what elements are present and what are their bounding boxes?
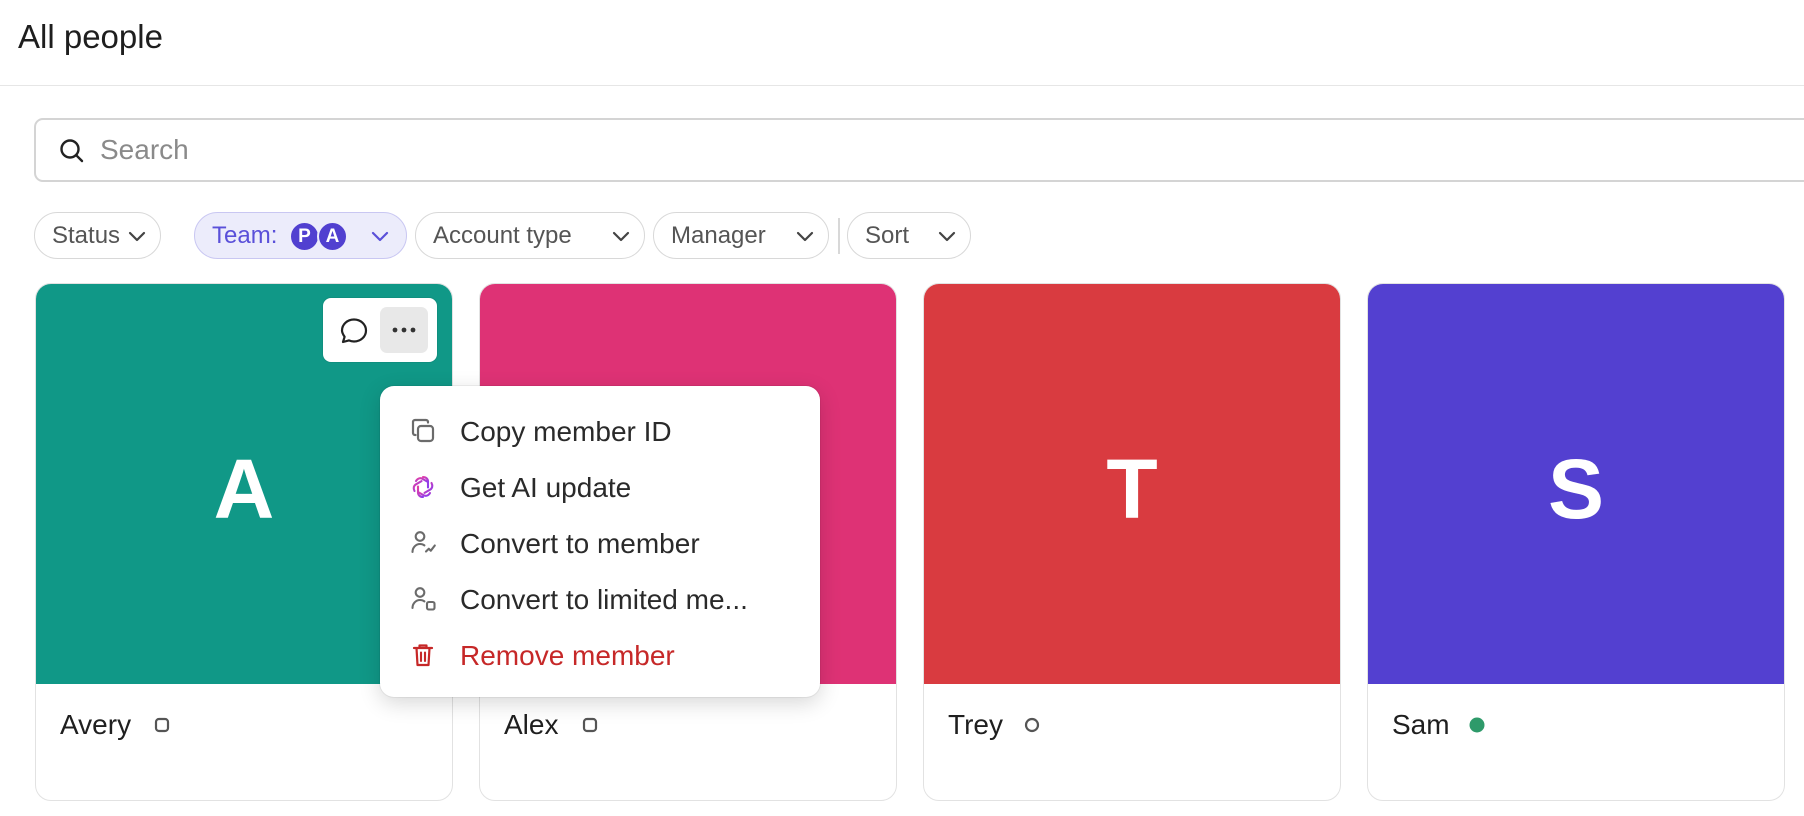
person-name: Alex [504,709,559,740]
chevron-down-icon [371,231,389,242]
person-name: Trey [948,709,1003,740]
manager-filter[interactable]: Manager [653,212,829,259]
trash-icon [412,644,434,667]
page-header: All people [0,0,1804,86]
team-avatar: P [289,221,320,252]
person-card-trey[interactable]: T Trey [923,283,1341,801]
account-type-filter[interactable]: Account type [415,212,645,259]
context-menu: Copy member ID Get AI update Convert to … [380,386,820,697]
copy-icon [411,418,435,443]
menu-item-label: Copy member ID [460,416,672,447]
filter-divider [838,218,840,254]
menu-item-copy-member-id[interactable]: Copy member ID [380,403,820,459]
sort-button[interactable]: Sort [847,212,971,259]
page-title: All people [18,18,163,55]
menu-item-label: Get AI update [460,472,632,503]
team-avatar: A [317,221,348,252]
search-box[interactable] [34,118,1804,182]
chevron-down-icon [128,231,146,242]
team-filter-label: Team: [212,221,278,249]
person-card-sam[interactable]: S Sam [1367,283,1785,801]
chevron-down-icon [938,231,956,242]
search-input[interactable] [100,128,1700,172]
avatar-initial: S [1547,441,1605,536]
status-filter-label: Status [52,221,121,249]
person-name: Sam [1392,709,1450,740]
account-type-filter-label: Account type [433,221,572,249]
user-convert-icon [411,531,436,554]
menu-item-label: Convert to member [460,528,700,559]
avatar-initial: A [213,441,275,536]
menu-item-label: Remove member [460,640,675,671]
chevron-down-icon [612,231,630,242]
online-status-icon [1469,717,1485,733]
menu-item-remove-member[interactable]: Remove member [380,627,820,683]
status-square-icon [582,717,598,733]
team-filter[interactable]: Team: P A [194,212,407,259]
menu-item-label: Convert to limited me... [460,584,748,615]
manager-filter-label: Manager [671,221,766,249]
avatar-initial: T [1106,441,1158,536]
ai-icon [412,475,434,499]
status-filter[interactable]: Status [34,212,161,259]
avatar-banner: T [924,284,1340,684]
menu-item-convert-to-limited-member[interactable]: Convert to limited me... [380,571,820,627]
avatar-banner: S [1368,284,1784,684]
status-square-icon [154,717,170,733]
more-horizontal-icon [392,327,416,333]
search-icon [60,139,84,163]
limited-user-icon [411,587,436,611]
chevron-down-icon [796,231,814,242]
sort-label: Sort [865,221,910,249]
person-name: Avery [60,709,132,740]
menu-item-get-ai-update[interactable]: Get AI update [380,459,820,515]
menu-item-convert-to-member[interactable]: Convert to member [380,515,820,571]
status-circle-icon [1024,717,1040,733]
chat-icon[interactable] [339,316,369,346]
card-hover-actions [323,298,437,362]
more-options-button[interactable] [380,307,428,353]
